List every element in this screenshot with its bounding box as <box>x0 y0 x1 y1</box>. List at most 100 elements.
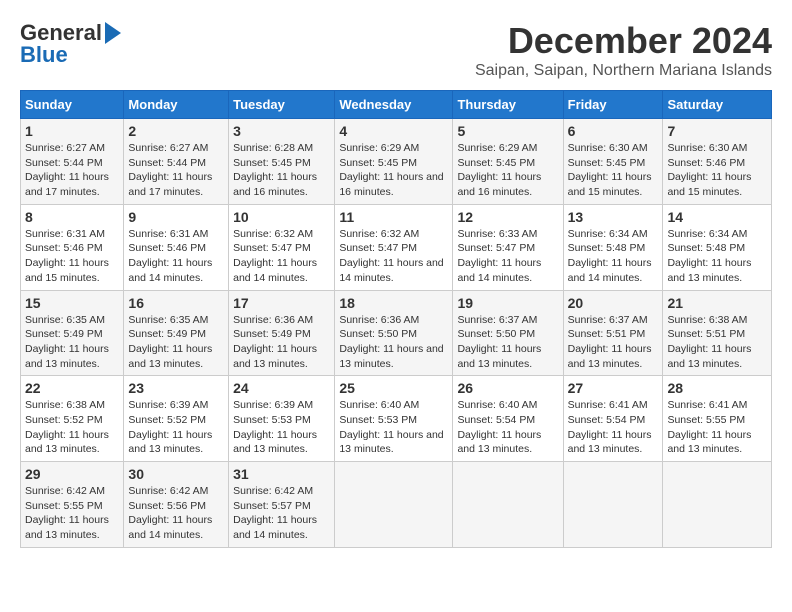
cell-info: Sunrise: 6:29 AMSunset: 5:45 PMDaylight:… <box>457 141 558 200</box>
day-number: 28 <box>667 380 767 396</box>
cell-info: Sunrise: 6:30 AMSunset: 5:46 PMDaylight:… <box>667 141 767 200</box>
cell-info: Sunrise: 6:38 AMSunset: 5:51 PMDaylight:… <box>667 313 767 372</box>
cell-info: Sunrise: 6:31 AMSunset: 5:46 PMDaylight:… <box>25 227 119 286</box>
cell-info: Sunrise: 6:35 AMSunset: 5:49 PMDaylight:… <box>128 313 224 372</box>
calendar-cell: 7 Sunrise: 6:30 AMSunset: 5:46 PMDaylight… <box>663 119 772 205</box>
cell-info: Sunrise: 6:37 AMSunset: 5:50 PMDaylight:… <box>457 313 558 372</box>
calendar-cell: 6Sunrise: 6:30 AMSunset: 5:45 PMDaylight… <box>563 119 663 205</box>
page-header: General Blue December 2024 Saipan, Saipa… <box>20 20 772 80</box>
calendar-cell: 31 Sunrise: 6:42 AMSunset: 5:57 PMDayligh… <box>229 462 335 548</box>
calendar-cell: 25Sunrise: 6:40 AMSunset: 5:53 PMDayligh… <box>335 376 453 462</box>
calendar-cell: 22 Sunrise: 6:38 AMSunset: 5:52 PMDayligh… <box>21 376 124 462</box>
cell-info: Sunrise: 6:42 AMSunset: 5:57 PMDaylight:… <box>233 484 330 543</box>
day-number: 31 <box>233 466 330 482</box>
week-row-4: 22 Sunrise: 6:38 AMSunset: 5:52 PMDayligh… <box>21 376 772 462</box>
day-number: 4 <box>339 123 448 139</box>
calendar-cell: 27Sunrise: 6:41 AMSunset: 5:54 PMDayligh… <box>563 376 663 462</box>
day-number: 29 <box>25 466 119 482</box>
calendar-cell: 11 Sunrise: 6:32 AMSunset: 5:47 PMDayligh… <box>335 204 453 290</box>
header-saturday: Saturday <box>663 91 772 119</box>
header-wednesday: Wednesday <box>335 91 453 119</box>
page-title: December 2024 <box>475 20 772 62</box>
cell-info: Sunrise: 6:27 AMSunset: 5:44 PMDaylight:… <box>25 141 119 200</box>
page-subtitle: Saipan, Saipan, Northern Mariana Islands <box>475 62 772 80</box>
day-number: 12 <box>457 209 558 225</box>
cell-info: Sunrise: 6:34 AMSunset: 5:48 PMDaylight:… <box>667 227 767 286</box>
calendar-cell: 23 Sunrise: 6:39 AMSunset: 5:52 PMDayligh… <box>124 376 229 462</box>
cell-info: Sunrise: 6:35 AMSunset: 5:49 PMDaylight:… <box>25 313 119 372</box>
cell-info: Sunrise: 6:30 AMSunset: 5:45 PMDaylight:… <box>568 141 659 200</box>
calendar-cell <box>453 462 563 548</box>
cell-info: Sunrise: 6:42 AMSunset: 5:55 PMDaylight:… <box>25 484 119 543</box>
calendar-cell: 5Sunrise: 6:29 AMSunset: 5:45 PMDaylight… <box>453 119 563 205</box>
day-number: 16 <box>128 295 224 311</box>
day-number: 15 <box>25 295 119 311</box>
day-number: 21 <box>667 295 767 311</box>
calendar-cell: 2Sunrise: 6:27 AMSunset: 5:44 PMDaylight… <box>124 119 229 205</box>
day-number: 1 <box>25 123 119 139</box>
day-number: 24 <box>233 380 330 396</box>
cell-info: Sunrise: 6:29 AMSunset: 5:45 PMDaylight:… <box>339 141 448 200</box>
logo-blue: Blue <box>20 42 68 68</box>
title-block: December 2024 Saipan, Saipan, Northern M… <box>475 20 772 80</box>
calendar-cell: 8 Sunrise: 6:31 AMSunset: 5:46 PMDaylight… <box>21 204 124 290</box>
cell-info: Sunrise: 6:33 AMSunset: 5:47 PMDaylight:… <box>457 227 558 286</box>
calendar-cell: 15 Sunrise: 6:35 AMSunset: 5:49 PMDayligh… <box>21 290 124 376</box>
logo-arrow-icon <box>105 22 121 44</box>
calendar-cell: 1 Sunrise: 6:27 AMSunset: 5:44 PMDaylight… <box>21 119 124 205</box>
cell-info: Sunrise: 6:31 AMSunset: 5:46 PMDaylight:… <box>128 227 224 286</box>
calendar-cell: 19 Sunrise: 6:37 AMSunset: 5:50 PMDayligh… <box>453 290 563 376</box>
header-monday: Monday <box>124 91 229 119</box>
week-row-3: 15 Sunrise: 6:35 AMSunset: 5:49 PMDayligh… <box>21 290 772 376</box>
cell-info: Sunrise: 6:36 AMSunset: 5:49 PMDaylight:… <box>233 313 330 372</box>
day-number: 22 <box>25 380 119 396</box>
day-number: 11 <box>339 209 448 225</box>
day-number: 8 <box>25 209 119 225</box>
calendar-cell: 26Sunrise: 6:40 AMSunset: 5:54 PMDayligh… <box>453 376 563 462</box>
header-row: SundayMondayTuesdayWednesdayThursdayFrid… <box>21 91 772 119</box>
calendar-cell: 21 Sunrise: 6:38 AMSunset: 5:51 PMDayligh… <box>663 290 772 376</box>
logo: General Blue <box>20 20 121 68</box>
calendar-cell: 13 Sunrise: 6:34 AMSunset: 5:48 PMDayligh… <box>563 204 663 290</box>
day-number: 25 <box>339 380 448 396</box>
calendar-cell <box>563 462 663 548</box>
day-number: 13 <box>568 209 659 225</box>
calendar-cell: 17 Sunrise: 6:36 AMSunset: 5:49 PMDayligh… <box>229 290 335 376</box>
cell-info: Sunrise: 6:34 AMSunset: 5:48 PMDaylight:… <box>568 227 659 286</box>
day-number: 10 <box>233 209 330 225</box>
cell-info: Sunrise: 6:40 AMSunset: 5:54 PMDaylight:… <box>457 398 558 457</box>
calendar-cell: 28 Sunrise: 6:41 AMSunset: 5:55 PMDayligh… <box>663 376 772 462</box>
day-number: 19 <box>457 295 558 311</box>
header-tuesday: Tuesday <box>229 91 335 119</box>
calendar-cell: 30 Sunrise: 6:42 AMSunset: 5:56 PMDayligh… <box>124 462 229 548</box>
week-row-5: 29 Sunrise: 6:42 AMSunset: 5:55 PMDayligh… <box>21 462 772 548</box>
calendar-cell: 12 Sunrise: 6:33 AMSunset: 5:47 PMDayligh… <box>453 204 563 290</box>
day-number: 30 <box>128 466 224 482</box>
week-row-2: 8 Sunrise: 6:31 AMSunset: 5:46 PMDaylight… <box>21 204 772 290</box>
calendar-cell: 20Sunrise: 6:37 AMSunset: 5:51 PMDayligh… <box>563 290 663 376</box>
day-number: 18 <box>339 295 448 311</box>
cell-info: Sunrise: 6:27 AMSunset: 5:44 PMDaylight:… <box>128 141 224 200</box>
calendar-cell <box>663 462 772 548</box>
cell-info: Sunrise: 6:42 AMSunset: 5:56 PMDaylight:… <box>128 484 224 543</box>
calendar-cell: 29 Sunrise: 6:42 AMSunset: 5:55 PMDayligh… <box>21 462 124 548</box>
calendar-cell: 9Sunrise: 6:31 AMSunset: 5:46 PMDaylight… <box>124 204 229 290</box>
day-number: 20 <box>568 295 659 311</box>
header-friday: Friday <box>563 91 663 119</box>
calendar-cell: 10 Sunrise: 6:32 AMSunset: 5:47 PMDayligh… <box>229 204 335 290</box>
day-number: 27 <box>568 380 659 396</box>
day-number: 17 <box>233 295 330 311</box>
calendar-cell: 3Sunrise: 6:28 AMSunset: 5:45 PMDaylight… <box>229 119 335 205</box>
cell-info: Sunrise: 6:38 AMSunset: 5:52 PMDaylight:… <box>25 398 119 457</box>
day-number: 23 <box>128 380 224 396</box>
cell-info: Sunrise: 6:36 AMSunset: 5:50 PMDaylight:… <box>339 313 448 372</box>
cell-info: Sunrise: 6:39 AMSunset: 5:53 PMDaylight:… <box>233 398 330 457</box>
cell-info: Sunrise: 6:32 AMSunset: 5:47 PMDaylight:… <box>339 227 448 286</box>
calendar-cell: 4 Sunrise: 6:29 AMSunset: 5:45 PMDaylight… <box>335 119 453 205</box>
cell-info: Sunrise: 6:39 AMSunset: 5:52 PMDaylight:… <box>128 398 224 457</box>
cell-info: Sunrise: 6:32 AMSunset: 5:47 PMDaylight:… <box>233 227 330 286</box>
cell-info: Sunrise: 6:41 AMSunset: 5:55 PMDaylight:… <box>667 398 767 457</box>
header-thursday: Thursday <box>453 91 563 119</box>
day-number: 14 <box>667 209 767 225</box>
day-number: 7 <box>667 123 767 139</box>
